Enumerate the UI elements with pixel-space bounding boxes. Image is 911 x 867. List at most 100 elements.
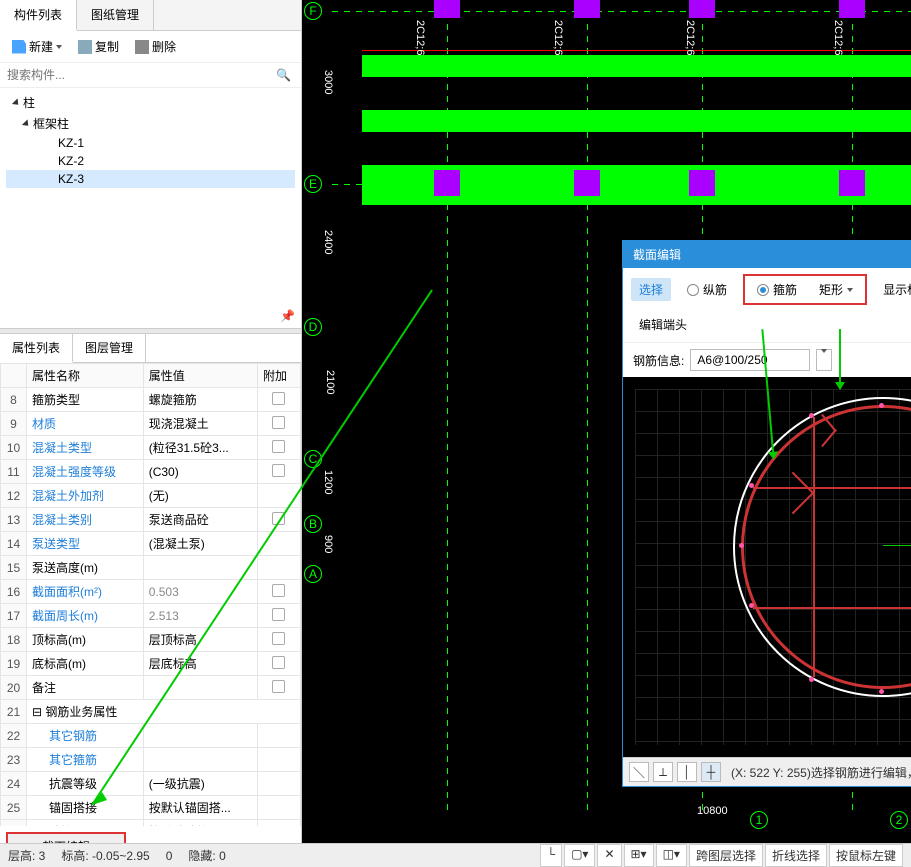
new-icon	[12, 40, 26, 54]
rebar-info-dropdown[interactable]	[816, 349, 832, 371]
floor-label: 层高: 3	[8, 847, 45, 864]
prop-row[interactable]: 24 抗震等级 (一级抗震)	[1, 772, 301, 796]
dim-v2: 2400	[322, 230, 334, 254]
prop-row[interactable]: 19 底标高(m) 层底标高	[1, 652, 301, 676]
annotation-arrow-2	[839, 329, 841, 389]
tab-components[interactable]: 构件列表	[0, 0, 77, 31]
prop-row[interactable]: 12 混凝土外加剂 (无)	[1, 484, 301, 508]
prop-row[interactable]: 26 计算设置 按默认计算设...	[1, 820, 301, 827]
cad-canvas[interactable]: F E D C B A 3000 2400 2100 1200 900 2C12…	[302, 0, 911, 867]
beam-label-2: 2C12;6	[552, 20, 564, 55]
tab-props[interactable]: 属性列表	[0, 334, 73, 363]
search-input[interactable]	[4, 65, 270, 85]
showdim-button[interactable]: 显示标注	[875, 278, 911, 301]
dialog-status: (X: 522 Y: 255)选择钢筋进行编辑，选择标注进行修改或移动;	[731, 764, 911, 781]
axis-col-2: 2	[890, 811, 908, 829]
beam-label-3: 2C12;6	[684, 20, 696, 55]
component-tree: 柱 框架柱 KZ-1 KZ-2 KZ-3	[0, 88, 301, 328]
dim-v3: 1200	[322, 470, 334, 494]
delete-button[interactable]: 删除	[129, 35, 182, 58]
zero-label: 0	[166, 849, 173, 863]
section-edit-dialog: 截面编辑 ✕ 选择 纵筋 箍筋 矩形 显示标注 删除 清空钢筋 编辑弯钩 编辑端…	[622, 240, 911, 787]
prop-row[interactable]: 8 箍筋类型 螺旋箍筋	[1, 388, 301, 412]
delete-icon	[135, 40, 149, 54]
copy-icon	[78, 40, 92, 54]
tool-line[interactable]: ＼	[629, 762, 649, 782]
copy-button[interactable]: 复制	[72, 35, 125, 58]
prop-row[interactable]: 17 截面周长(m) 2.513	[1, 604, 301, 628]
rebar-info-label: 钢筋信息:	[633, 352, 684, 369]
sb-tool-4[interactable]: ⊞▾	[624, 844, 654, 867]
prop-row[interactable]: 10 混凝土类型 (粒径31.5砼3...	[1, 436, 301, 460]
tree-root[interactable]: 柱	[6, 92, 295, 113]
axis-col-1: 1	[750, 811, 768, 829]
prop-row[interactable]: 16 截面面积(m²) 0.503	[1, 580, 301, 604]
caret-icon	[821, 349, 827, 367]
tab-layers[interactable]: 图层管理	[73, 334, 146, 362]
twisty-icon	[22, 119, 31, 128]
prop-row[interactable]: 25 锚固搭接 按默认锚固搭...	[1, 796, 301, 820]
col-name: 属性名称	[27, 364, 144, 388]
tool-dim[interactable]: ⟂	[653, 762, 673, 782]
caret-icon	[847, 288, 853, 292]
highlighted-group: 箍筋 矩形	[743, 274, 867, 305]
prop-row[interactable]: 15 泵送高度(m)	[1, 556, 301, 580]
dialog-title: 截面编辑	[633, 246, 681, 263]
prop-row[interactable]: 14 泵送类型 (混凝土泵)	[1, 532, 301, 556]
sb-tool-5[interactable]: ◫▾	[656, 844, 687, 867]
sb-tool-2[interactable]: ▢▾	[564, 844, 595, 867]
axis-row-F: F	[304, 2, 322, 20]
radio-icon	[757, 284, 769, 296]
prop-row[interactable]: 11 混凝土强度等级 (C30)	[1, 460, 301, 484]
tree-item-kz3[interactable]: KZ-3	[6, 170, 295, 188]
dialog-viewport[interactable]: 400	[623, 377, 911, 757]
sb-tool-3[interactable]: ✕	[597, 844, 621, 867]
prop-row[interactable]: 22 其它钢筋	[1, 724, 301, 748]
tool-cross[interactable]: ┼	[701, 762, 721, 782]
prop-row[interactable]: 18 顶标高(m) 层顶标高	[1, 628, 301, 652]
beam-label-1: 2C12;6	[414, 20, 426, 55]
tree-frame[interactable]: 框架柱	[6, 113, 295, 134]
tree-item-kz2[interactable]: KZ-2	[6, 152, 295, 170]
axis-row-D: D	[304, 318, 322, 336]
axis-row-B: B	[304, 515, 322, 533]
rect-dropdown[interactable]: 矩形	[811, 278, 861, 301]
stirrup-radio[interactable]: 箍筋	[749, 278, 805, 301]
edit-end-button[interactable]: 编辑端头	[631, 313, 695, 336]
sb-tool-1[interactable]: └	[540, 844, 563, 867]
col-value: 属性值	[143, 364, 257, 388]
col-extra: 附加	[257, 364, 300, 388]
axis-row-A: A	[304, 565, 322, 583]
long-rebar-radio[interactable]: 纵筋	[679, 278, 735, 301]
property-grid[interactable]: 属性名称属性值附加 8 箍筋类型 螺旋箍筋 9 材质 现浇混凝土 10 混凝土类…	[0, 363, 301, 826]
status-bar: 层高: 3 标高: -0.05~2.95 0 隐藏: 0 └ ▢▾ ✕ ⊞▾ ◫…	[0, 843, 911, 867]
prop-group[interactable]: 21⊟ 钢筋业务属性	[1, 700, 301, 724]
prop-row[interactable]: 13 混凝土类别 泵送商品砼	[1, 508, 301, 532]
dim-v1: 3000	[322, 70, 334, 94]
left-tabs: 构件列表 图纸管理	[0, 0, 301, 31]
beam-label-4: 2C12;6	[832, 20, 844, 55]
prop-row[interactable]: 23 其它箍筋	[1, 748, 301, 772]
search-bar: 🔍	[0, 63, 301, 88]
polyline-select-button[interactable]: 折线选择	[765, 844, 827, 867]
left-toolbar: 新建 复制 删除	[0, 31, 301, 63]
pin-icon[interactable]: 📌	[280, 309, 295, 323]
hide-label: 隐藏: 0	[188, 847, 225, 864]
caret-icon	[56, 45, 62, 49]
tool-mid[interactable]: │	[677, 762, 697, 782]
prop-row[interactable]: 9 材质 现浇混凝土	[1, 412, 301, 436]
prop-row[interactable]: 20 备注	[1, 676, 301, 700]
select-button[interactable]: 选择	[631, 278, 671, 301]
dim-v4: 900	[322, 535, 334, 553]
rebar-info-input[interactable]	[690, 349, 810, 371]
tree-item-kz1[interactable]: KZ-1	[6, 134, 295, 152]
cross-layer-button[interactable]: 跨图层选择	[689, 844, 763, 867]
twisty-icon	[12, 98, 21, 107]
elev-label: 标高: -0.05~2.95	[61, 847, 149, 864]
tab-drawings[interactable]: 图纸管理	[77, 0, 154, 30]
splitter[interactable]: 📌	[0, 328, 301, 334]
mouse-hint: 按鼠标左键	[829, 844, 903, 867]
radio-icon	[687, 284, 699, 296]
search-icon[interactable]: 🔍	[270, 68, 297, 82]
new-button[interactable]: 新建	[6, 35, 68, 58]
